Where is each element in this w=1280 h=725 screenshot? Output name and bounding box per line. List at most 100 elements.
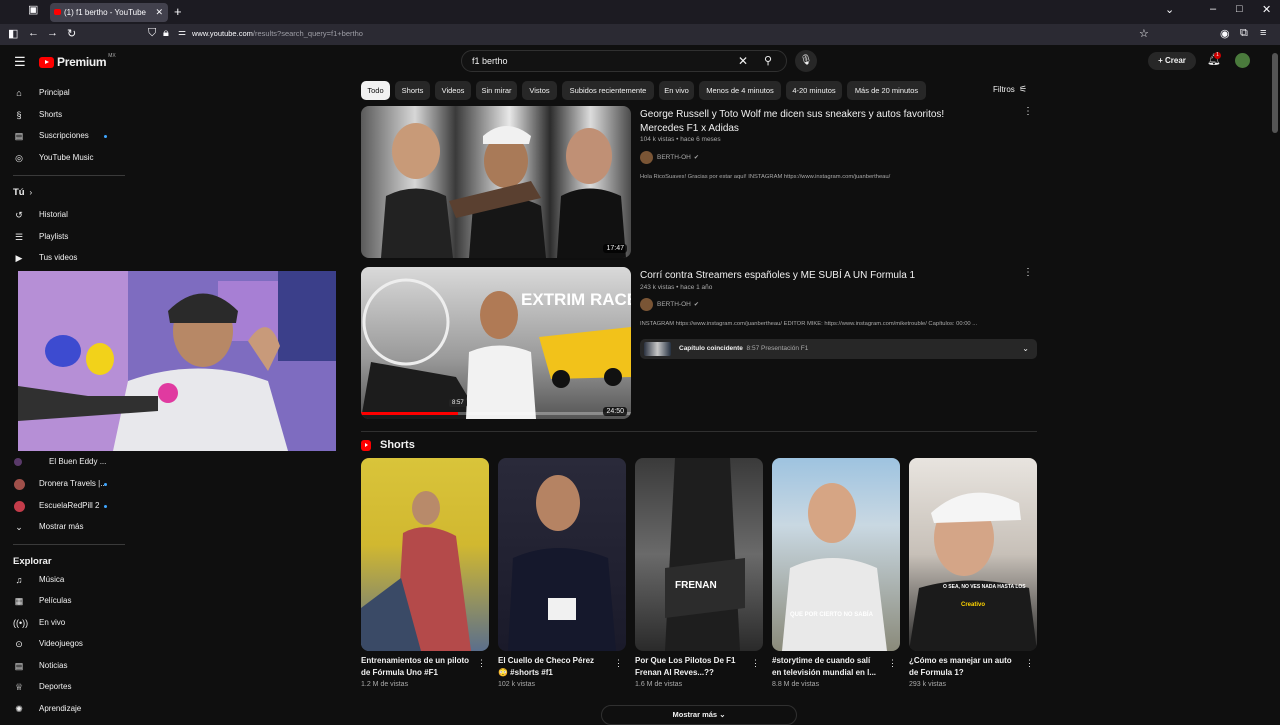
title-line: Corrí contra Streamers españoles y ME SU… xyxy=(640,270,916,281)
chip-menos-4-minutos[interactable]: Menos de 4 minutos xyxy=(699,81,781,100)
create-button[interactable]: + Crear xyxy=(1148,52,1196,70)
more-options-icon[interactable]: ⋮ xyxy=(888,658,897,669)
more-options-icon[interactable]: ⋮ xyxy=(1023,267,1033,278)
voice-search-icon[interactable]: 🎙︎ xyxy=(795,50,817,72)
account-avatar[interactable] xyxy=(1235,53,1250,68)
sidebar-item-noticias[interactable]: ▤ Noticias xyxy=(0,657,125,675)
short-thumbnail[interactable]: O SEA, NO VES NADA HASTA LOS Creativo xyxy=(909,458,1037,651)
forward-icon[interactable]: → xyxy=(47,27,58,39)
short-thumbnail[interactable]: QUE POR CIERTO NO SABÍA xyxy=(772,458,900,651)
chip-subidos-recientemente[interactable]: Subidos recientemente xyxy=(562,81,654,100)
short-card[interactable]: O SEA, NO VES NADA HASTA LOS Creativo ¿Có… xyxy=(909,458,1037,688)
search-input[interactable]: f1 bertho xyxy=(472,56,508,66)
channel-link[interactable]: BERTH-OH ✔ xyxy=(640,298,699,311)
shield-icon[interactable]: ⛉ xyxy=(148,27,156,40)
short-card[interactable]: FRENAN Por Que Los Pilotos De F1 Frenan A… xyxy=(635,458,763,688)
sidebar-item-youtube-music[interactable]: ◎ YouTube Music xyxy=(0,149,125,167)
search-icon[interactable]: ⚲ xyxy=(764,54,772,67)
verified-check-icon: ✔ xyxy=(693,155,699,161)
title-line: ¿Cómo es manejar un auto xyxy=(909,656,1012,665)
more-options-icon[interactable]: ⋮ xyxy=(477,658,486,669)
short-title[interactable]: Entrenamientos de un piloto de Fórmula Un… xyxy=(361,655,473,679)
short-views: 102 k vistas xyxy=(498,681,535,688)
video-title[interactable]: Corrí contra Streamers españoles y ME SU… xyxy=(640,269,950,283)
short-title[interactable]: El Cuello de Checo Pérez 😳 #shorts #f1 xyxy=(498,655,610,679)
sidebar-item-playlists[interactable]: ☰ Playlists xyxy=(0,228,125,246)
sidebar-sub-dronera-travels[interactable]: Dronera Travels |... xyxy=(0,475,125,493)
tab-list-icon[interactable]: ▣ xyxy=(28,3,38,16)
short-card[interactable]: El Cuello de Checo Pérez 😳 #shorts #f1 ⋮ … xyxy=(498,458,626,688)
short-thumbnail[interactable] xyxy=(498,458,626,651)
more-options-icon[interactable]: ⋮ xyxy=(1025,658,1034,669)
bookmark-star-icon[interactable]: ☆ xyxy=(1139,27,1149,40)
sidebar-item-aprendizaje[interactable]: ✺ Aprendizaje xyxy=(0,700,125,718)
window-close-icon[interactable]: ✕ xyxy=(1262,3,1271,16)
tab-overflow-icon[interactable]: ⌄ xyxy=(1165,3,1174,16)
browser-tab[interactable]: (1) f1 bertho - YouTube ✕ xyxy=(50,3,168,22)
search-box[interactable]: f1 bertho ✕ ⚲ xyxy=(461,50,787,72)
chevron-down-icon[interactable]: ⌄ xyxy=(1022,339,1029,359)
short-card[interactable]: Entrenamientos de un piloto de Fórmula Un… xyxy=(361,458,489,688)
filters-button[interactable]: Filtros ⚟ xyxy=(993,84,1027,94)
sidebar-label: Películas xyxy=(39,596,72,605)
chip-shorts[interactable]: Shorts xyxy=(395,81,430,100)
short-title[interactable]: #storytime de cuando salí en televisión m… xyxy=(772,655,884,679)
sidebar-item-peliculas[interactable]: ▦ Películas xyxy=(0,592,125,610)
extensions-icon[interactable]: ⧉ xyxy=(1240,27,1248,40)
new-tab-icon[interactable]: + xyxy=(174,4,182,19)
short-thumbnail[interactable] xyxy=(361,458,489,651)
chip-4-20-minutos[interactable]: 4-20 minutos xyxy=(786,81,842,100)
sidebar-item-musica[interactable]: ♫ Música xyxy=(0,571,125,589)
page-scrollbar[interactable] xyxy=(1272,53,1278,133)
sidebar-sub-escuelaredpill[interactable]: EscuelaRedPill 2 xyxy=(0,497,125,515)
channel-link[interactable]: BERTH-OH ✔ xyxy=(640,151,699,164)
chip-todo[interactable]: Todo xyxy=(361,81,390,100)
reload-icon[interactable]: ↻ xyxy=(67,27,76,40)
sidebar-item-principal[interactable]: ⌂ Principal xyxy=(0,84,125,102)
chip-mas-20-minutos[interactable]: Más de 20 minutos xyxy=(847,81,926,100)
minimize-icon[interactable]: – xyxy=(1210,3,1216,15)
sidebar-you-heading[interactable]: Tú › xyxy=(0,184,125,202)
sidebar-item-videojuegos[interactable]: ⊙ Videojuegos xyxy=(0,635,125,653)
sidebar-show-more[interactable]: ⌄ Mostrar más xyxy=(0,518,125,536)
permissions-icon[interactable]: ⚌ xyxy=(178,27,186,38)
sidebar-sub-buen-eddy[interactable]: El Buen Eddy ... xyxy=(0,453,125,471)
maximize-icon[interactable]: □ xyxy=(1236,3,1243,15)
chip-videos[interactable]: Videos xyxy=(435,81,471,100)
chip-sin-mirar[interactable]: Sin mirar xyxy=(476,81,517,100)
sidebar-item-en-vivo[interactable]: ((•)) En vivo xyxy=(0,614,125,632)
back-icon[interactable]: ← xyxy=(28,27,39,39)
sidebar-item-tus-videos[interactable]: ▶ Tus videos xyxy=(0,249,125,267)
video-thumbnail[interactable]: EXTRIM RACE 8:57 24:50 xyxy=(361,267,631,419)
account-icon[interactable]: ◉ xyxy=(1220,27,1230,40)
sidebar-item-deportes[interactable]: ♕ Deportes xyxy=(0,678,125,696)
youtube-premium-logo[interactable]: Premium MX xyxy=(39,53,116,69)
more-options-icon[interactable]: ⋮ xyxy=(751,658,760,669)
video-result[interactable]: 17:47 George Russell y Toto Wolf me dice… xyxy=(361,106,1041,258)
clear-search-icon[interactable]: ✕ xyxy=(738,54,748,68)
chip-vistos[interactable]: Vistos xyxy=(522,81,557,100)
hamburger-menu-icon[interactable]: ☰ xyxy=(14,54,26,70)
short-card[interactable]: QUE POR CIERTO NO SABÍA #storytime de cu… xyxy=(772,458,900,688)
sidebar-toggle-icon[interactable]: ◧ xyxy=(8,27,18,40)
more-options-icon[interactable]: ⋮ xyxy=(1023,106,1033,117)
chip-en-vivo[interactable]: En vivo xyxy=(659,81,694,100)
close-tab-icon[interactable]: ✕ xyxy=(155,3,163,22)
short-thumbnail[interactable]: FRENAN xyxy=(635,458,763,651)
video-title[interactable]: George Russell y Toto Wolf me dicen sus … xyxy=(640,108,950,136)
verified-check-icon: ✔ xyxy=(693,302,699,308)
watch-progress-bar[interactable] xyxy=(361,412,631,415)
short-title[interactable]: ¿Cómo es manejar un auto de Formula 1? xyxy=(909,655,1021,679)
more-options-icon[interactable]: ⋮ xyxy=(614,658,623,669)
sidebar-item-shorts[interactable]: § Shorts xyxy=(0,106,125,124)
thumbnail-illustration: EXTRIM RACE xyxy=(361,278,631,419)
sidebar-item-historial[interactable]: ↺ Historial xyxy=(0,206,125,224)
address-bar[interactable]: www.youtube.com/results?search_query=f1+… xyxy=(192,29,363,38)
matching-chapter[interactable]: Capítulo coincidente 8:57 Presentación F… xyxy=(640,339,1037,359)
menu-icon[interactable]: ≡ xyxy=(1260,27,1266,39)
video-result[interactable]: EXTRIM RACE 8:57 24:50 Corrí contra Stre… xyxy=(361,267,1041,419)
short-title[interactable]: Por Que Los Pilotos De F1 Frenan Al Reves… xyxy=(635,655,747,679)
video-thumbnail[interactable]: 17:47 xyxy=(361,106,631,258)
show-more-button[interactable]: Mostrar más ⌄ xyxy=(601,705,797,725)
sidebar-item-suscripciones[interactable]: ▤ Suscripciones xyxy=(0,127,125,145)
